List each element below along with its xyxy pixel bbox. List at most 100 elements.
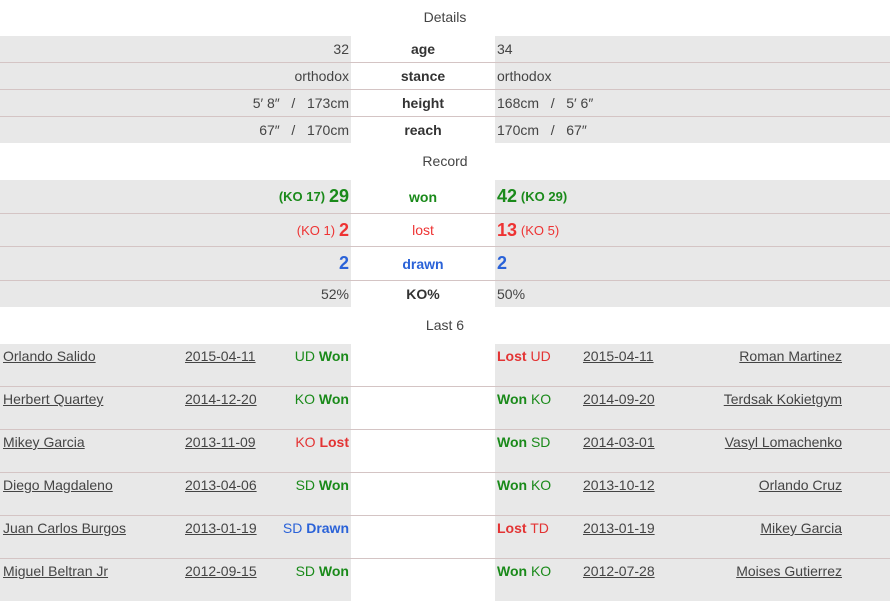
right-fight-result: Lost TD xyxy=(497,520,549,536)
right-opponent-link[interactable]: Moises Gutierrez xyxy=(736,563,842,579)
left-fight-method: SD xyxy=(295,477,316,493)
left-fight-result: SD Drawn xyxy=(283,520,349,536)
right-opponent-link[interactable]: Terdsak Kokietgym xyxy=(724,391,842,407)
left-fight-date-link[interactable]: 2012-09-15 xyxy=(185,563,257,579)
detail-left-value: 32 xyxy=(333,41,349,57)
record-right-ko: (KO 29) xyxy=(520,189,568,204)
right-fight-method: KO xyxy=(530,477,552,493)
section-title-details: Details xyxy=(423,9,467,25)
right-fight-method: SD xyxy=(530,434,551,450)
record-left-lost: (KO 1) 2 xyxy=(2,214,350,246)
left-fight-method: SD xyxy=(282,520,303,536)
fight-row-middle xyxy=(351,344,495,386)
right-fight-date-link[interactable]: 2012-07-28 xyxy=(583,563,655,579)
detail-left-value: 5′ 8″ / 173cm xyxy=(252,95,349,111)
record-label: KO% xyxy=(351,281,495,307)
right-fight-method: TD xyxy=(530,520,549,536)
record-left-ko-pct: 52% xyxy=(320,286,349,302)
detail-row-age: 32 age 34 xyxy=(0,36,890,62)
right-fight-date-link[interactable]: 2013-10-12 xyxy=(583,477,655,493)
left-fight-method: UD xyxy=(294,348,316,364)
fight-row-middle xyxy=(351,559,495,601)
record-row-lost: (KO 1) 2 lost 13 (KO 5) xyxy=(0,214,890,246)
record-right-lost: 13 (KO 5) xyxy=(497,214,890,246)
right-fight-result: Won KO xyxy=(497,391,551,407)
left-opponent-link[interactable]: Miguel Beltran Jr xyxy=(3,563,108,579)
detail-left-value: orthodox xyxy=(294,68,349,84)
left-fight-result: KO Lost xyxy=(295,434,349,450)
right-fight-date-link[interactable]: 2015-04-11 xyxy=(583,348,654,364)
record-right-count: 13 xyxy=(497,219,518,240)
record-left-ko: (KO 17) xyxy=(278,189,326,204)
left-fight-outcome: Drawn xyxy=(306,520,349,536)
left-fight-outcome: Won xyxy=(318,563,349,579)
left-opponent-link[interactable]: Juan Carlos Burgos xyxy=(3,520,126,536)
record-right-won: 42 (KO 29) xyxy=(497,180,890,213)
left-fight-date-link[interactable]: 2013-11-09 xyxy=(185,434,256,450)
left-fight-outcome: Won xyxy=(318,348,349,364)
record-right-ko: (KO 5) xyxy=(520,222,560,238)
left-fight-date-link[interactable]: 2014-12-20 xyxy=(185,391,257,407)
record-right-count: 42 xyxy=(497,186,518,206)
right-fight-outcome: Won xyxy=(497,563,528,579)
left-fight-result: UD Won xyxy=(295,348,349,364)
record-label: lost xyxy=(351,214,495,246)
detail-label: height xyxy=(351,90,495,116)
fight-row-middle xyxy=(351,473,495,515)
record-left-drawn: 2 xyxy=(2,247,350,280)
left-opponent-link[interactable]: Orlando Salido xyxy=(3,348,96,364)
left-fight-method: SD xyxy=(295,563,316,579)
detail-label: age xyxy=(351,36,495,62)
right-opponent-link[interactable]: Roman Martinez xyxy=(739,348,842,364)
left-fight-result: SD Won xyxy=(296,477,349,493)
detail-row-reach: 67″ / 170cm reach 170cm / 67″ xyxy=(0,117,890,143)
right-opponent-link[interactable]: Vasyl Lomachenko xyxy=(725,434,842,450)
fight-row-middle xyxy=(351,387,495,429)
right-fight-result: Won KO xyxy=(497,563,551,579)
record-row-drawn: 2 drawn 2 xyxy=(0,247,890,280)
fight-row-middle xyxy=(351,430,495,472)
right-fight-outcome: Lost xyxy=(497,520,527,536)
right-fight-outcome: Won xyxy=(497,434,528,450)
right-fight-method: UD xyxy=(530,348,551,364)
right-fight-date-link[interactable]: 2014-09-20 xyxy=(583,391,655,407)
section-title-record: Record xyxy=(422,153,468,169)
left-opponent-link[interactable]: Mikey Garcia xyxy=(3,434,85,450)
boxer-comparison: Details 32 age 34 orthodox stance orthod… xyxy=(0,0,892,605)
left-fight-result: KO Won xyxy=(295,391,349,407)
record-label: drawn xyxy=(351,247,495,280)
detail-left-value: 67″ / 170cm xyxy=(259,122,349,138)
right-fight-method: KO xyxy=(530,563,552,579)
right-fight-date-link[interactable]: 2014-03-01 xyxy=(583,434,655,450)
detail-right-value: 34 xyxy=(497,41,513,57)
right-fight-outcome: Won xyxy=(497,477,528,493)
right-fight-result: Won SD xyxy=(497,434,550,450)
right-opponent-link[interactable]: Orlando Cruz xyxy=(759,477,842,493)
section-title-last6: Last 6 xyxy=(425,317,465,333)
record-left-count: 2 xyxy=(338,219,349,240)
right-fight-date-link[interactable]: 2013-01-19 xyxy=(583,520,655,536)
left-fight-method: KO xyxy=(295,434,316,450)
right-fight-result: Lost UD xyxy=(497,348,551,364)
left-fight-date-link[interactable]: 2013-01-19 xyxy=(185,520,257,536)
right-fight-result: Won KO xyxy=(497,477,551,493)
record-label: won xyxy=(351,180,495,213)
left-opponent-link[interactable]: Herbert Quartey xyxy=(3,391,103,407)
detail-row-height: 5′ 8″ / 173cm height 168cm / 5′ 6″ xyxy=(0,90,890,116)
right-opponent-link[interactable]: Mikey Garcia xyxy=(760,520,842,536)
record-row-ko-pct: 52% KO% 50% xyxy=(0,281,890,307)
record-left-count: 29 xyxy=(328,186,349,206)
left-fight-outcome: Won xyxy=(318,391,349,407)
left-fight-method: KO xyxy=(294,391,316,407)
record-left-count: 2 xyxy=(338,253,349,273)
detail-right-value: orthodox xyxy=(497,68,552,84)
detail-row-stance: orthodox stance orthodox xyxy=(0,63,890,89)
detail-right-value: 170cm / 67″ xyxy=(497,122,587,138)
left-fight-date-link[interactable]: 2013-04-06 xyxy=(185,477,257,493)
left-fight-date-link[interactable]: 2015-04-11 xyxy=(185,348,256,364)
detail-label: stance xyxy=(351,63,495,89)
left-opponent-link[interactable]: Diego Magdaleno xyxy=(3,477,113,493)
record-right-count: 2 xyxy=(497,253,508,273)
right-fight-outcome: Won xyxy=(497,391,528,407)
detail-label: reach xyxy=(351,117,495,143)
